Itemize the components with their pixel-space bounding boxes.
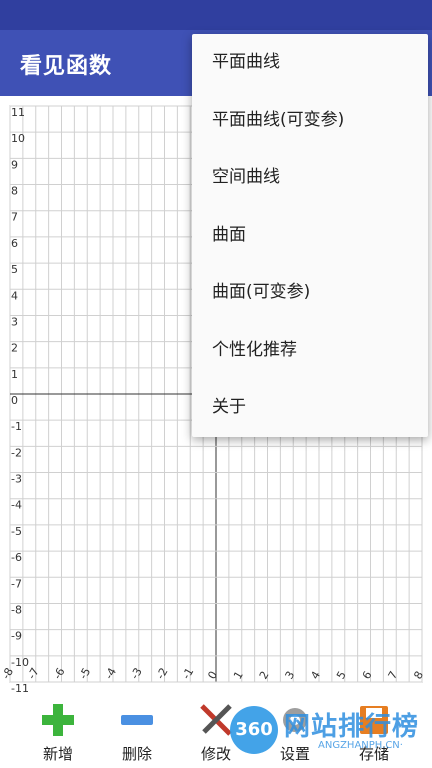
watermark-text: 网站排行榜 [284, 712, 420, 742]
x-tick-label: 3 [283, 669, 298, 682]
y-tick-label: -6 [11, 551, 22, 564]
plus-icon [42, 704, 74, 736]
y-tick-label: 2 [11, 342, 18, 355]
x-tick-label: 1 [231, 669, 246, 682]
y-tick-label: 0 [11, 394, 18, 407]
x-tick-label: -2 [154, 666, 171, 682]
watermark-logo: 360 [230, 706, 278, 754]
menu-item-surface[interactable]: 曲面 [192, 207, 428, 265]
x-tick-label: 2 [257, 669, 272, 682]
app-title: 看见函数 [20, 54, 113, 79]
watermark: 360 网站排行榜 ANGZHANPH.CN· [222, 700, 432, 764]
status-bar [0, 0, 432, 30]
watermark-subtext: ANGZHANPH.CN· [318, 740, 403, 751]
y-tick-label: 8 [11, 185, 18, 198]
y-tick-label: 9 [11, 158, 18, 171]
y-tick-label: -1 [11, 420, 22, 433]
x-tick-label: 4 [308, 669, 323, 682]
x-tick-label: -4 [102, 666, 119, 682]
y-tick-label: 3 [11, 315, 18, 328]
x-tick-label: -6 [51, 666, 68, 682]
y-tick-label: -4 [11, 499, 22, 512]
y-tick-label: -5 [11, 525, 22, 538]
y-tick-label: 7 [11, 211, 18, 224]
y-tick-label: 11 [11, 106, 25, 119]
y-tick-label: -10 [11, 656, 29, 669]
delete-label: 删除 [121, 745, 152, 763]
y-tick-label: -2 [11, 446, 22, 459]
x-tick-label: -1 [180, 666, 197, 682]
x-tick-label: 7 [386, 669, 401, 682]
y-tick-label: 5 [11, 263, 18, 276]
menu-item-recommend[interactable]: 个性化推荐 [192, 322, 428, 380]
menu-item-plane-curve-param[interactable]: 平面曲线(可变参) [192, 92, 428, 150]
menu-item-about[interactable]: 关于 [192, 379, 428, 437]
y-tick-label: 4 [11, 289, 18, 302]
x-tick-label: -3 [128, 666, 145, 682]
minus-icon [121, 715, 153, 725]
y-tick-label: 1 [11, 368, 18, 381]
y-tick-label: -9 [11, 630, 22, 643]
y-tick-label: 10 [11, 132, 25, 145]
menu-item-surface-param[interactable]: 曲面(可变参) [192, 264, 428, 322]
x-tick-label: -5 [77, 666, 94, 682]
x-tick-label: 0 [205, 669, 220, 682]
delete-button[interactable]: 删除 [97, 692, 177, 768]
y-tick-label: 6 [11, 237, 18, 250]
y-tick-label: -8 [11, 603, 22, 616]
menu-item-plane-curve[interactable]: 平面曲线 [192, 34, 428, 92]
y-tick-label: -3 [11, 473, 22, 486]
y-tick-label: -7 [11, 577, 22, 590]
x-tick-label: 5 [334, 669, 349, 682]
menu-item-space-curve[interactable]: 空间曲线 [192, 149, 428, 207]
x-tick-label: 6 [360, 669, 375, 682]
add-label: 新增 [42, 745, 73, 763]
add-button[interactable]: 新增 [18, 692, 98, 768]
y-tick-label: -11 [11, 682, 29, 692]
x-tick-label: 8 [411, 669, 426, 682]
overflow-menu: 平面曲线 平面曲线(可变参) 空间曲线 曲面 曲面(可变参) 个性化推荐 关于 [192, 34, 428, 437]
